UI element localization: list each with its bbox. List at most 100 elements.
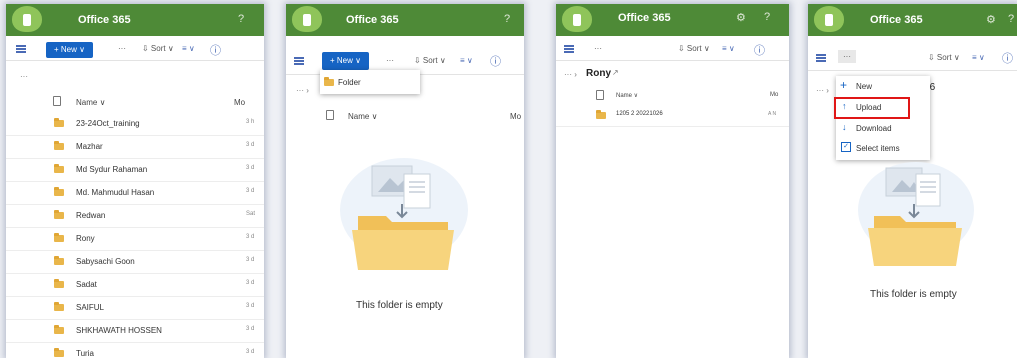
gear-icon[interactable]: ⚙ bbox=[736, 11, 746, 24]
folder-icon bbox=[54, 187, 64, 196]
more-options-icon[interactable]: ··· bbox=[594, 44, 602, 53]
list-item[interactable]: Sadat 3 d bbox=[6, 273, 264, 297]
column-header-modified[interactable]: Mo bbox=[770, 92, 778, 98]
item-modified: A N bbox=[768, 111, 777, 117]
column-header-modified[interactable]: Mo bbox=[510, 112, 521, 121]
item-modified: 3 h bbox=[246, 119, 255, 125]
column-header-name[interactable]: Name ∨ bbox=[76, 98, 105, 107]
list-item[interactable]: Turia 3 d bbox=[6, 342, 264, 358]
list-item[interactable]: Mazhar 3 d bbox=[6, 135, 264, 159]
item-modified: 3 d bbox=[246, 326, 255, 332]
sort-button[interactable]: ⇩ Sort ∨ bbox=[678, 44, 710, 53]
column-header-modified[interactable]: Mo bbox=[234, 98, 245, 107]
list-item[interactable]: Sabysachi Goon 3 d bbox=[6, 250, 264, 274]
breadcrumb-prefix[interactable]: ··· › bbox=[564, 70, 577, 79]
list-item[interactable]: Md Sydur Rahaman 3 d bbox=[6, 158, 264, 182]
item-modified: 3 d bbox=[246, 234, 255, 240]
menu-item-download[interactable]: Download bbox=[856, 124, 892, 133]
item-name[interactable]: Md. Mahmudul Hasan bbox=[76, 188, 154, 197]
panel-folder-list: Office 365 ? + New ∨ ··· ⇩ Sort ∨ ≡ ∨ ⓘ … bbox=[6, 4, 264, 358]
list-item[interactable]: Md. Mahmudul Hasan 3 d bbox=[6, 181, 264, 205]
folder-icon bbox=[54, 141, 64, 150]
menu-item-new[interactable]: New bbox=[856, 82, 872, 91]
nav-menu-icon[interactable] bbox=[16, 45, 26, 53]
folder-icon bbox=[54, 348, 64, 357]
view-options-button[interactable]: ≡ ∨ bbox=[460, 56, 473, 65]
new-menu-dropdown: Folder bbox=[320, 70, 420, 94]
folder-icon bbox=[324, 77, 334, 86]
list-item[interactable]: 1205 2 20221026 A N bbox=[556, 104, 789, 127]
folder-icon bbox=[54, 118, 64, 127]
share-icon[interactable]: ↗ bbox=[612, 68, 619, 77]
more-options-icon[interactable]: ··· bbox=[118, 44, 126, 53]
app-header: Office 365 ⚙ ? bbox=[556, 4, 789, 36]
breadcrumb[interactable]: ··· bbox=[20, 72, 28, 81]
breadcrumb[interactable]: ··· › bbox=[296, 86, 309, 95]
new-button[interactable]: + New ∨ bbox=[322, 52, 369, 70]
folder-icon bbox=[54, 233, 64, 242]
item-name[interactable]: Rony bbox=[76, 234, 95, 243]
view-options-button[interactable]: ≡ ∨ bbox=[972, 53, 985, 62]
info-icon[interactable]: ⓘ bbox=[210, 42, 221, 58]
app-header: Office 365 ? bbox=[286, 4, 524, 36]
plus-icon: + bbox=[840, 78, 848, 92]
item-modified: 3 d bbox=[246, 165, 255, 171]
org-logo-icon bbox=[292, 6, 322, 32]
column-header-name[interactable]: Name ∨ bbox=[348, 112, 377, 121]
item-name[interactable]: Sabysachi Goon bbox=[76, 257, 135, 266]
command-bar: ··· ⇩ Sort ∨ ≡ ∨ ⓘ bbox=[556, 38, 789, 61]
sort-button[interactable]: ⇩ Sort ∨ bbox=[928, 53, 960, 62]
view-options-button[interactable]: ≡ ∨ bbox=[182, 44, 195, 53]
nav-menu-icon[interactable] bbox=[816, 54, 826, 62]
folder-icon bbox=[54, 302, 64, 311]
item-name[interactable]: SHKHAWATH HOSSEN bbox=[76, 326, 162, 335]
sort-button[interactable]: ⇩ Sort ∨ bbox=[414, 56, 446, 65]
list-item[interactable]: Redwan Sat bbox=[6, 204, 264, 228]
nav-menu-icon[interactable] bbox=[294, 57, 304, 65]
download-icon: ↓ bbox=[842, 122, 847, 132]
nav-menu-icon[interactable] bbox=[564, 45, 574, 53]
list-item[interactable]: SAIFUL 3 d bbox=[6, 296, 264, 320]
view-options-button[interactable]: ≡ ∨ bbox=[722, 44, 735, 53]
item-modified: 3 d bbox=[246, 142, 255, 148]
help-icon[interactable]: ? bbox=[1008, 13, 1014, 25]
item-name[interactable]: Mazhar bbox=[76, 142, 103, 151]
item-modified: 3 d bbox=[246, 188, 255, 194]
list-item[interactable]: 23-24Oct_training 3 h bbox=[6, 112, 264, 136]
help-icon[interactable]: ? bbox=[238, 13, 244, 25]
app-header: Office 365 ⚙ ? bbox=[808, 4, 1017, 36]
help-icon[interactable]: ? bbox=[504, 13, 510, 25]
org-logo-icon bbox=[562, 6, 592, 32]
breadcrumb-current: Rony bbox=[586, 68, 611, 79]
info-icon[interactable]: ⓘ bbox=[754, 42, 765, 58]
more-options-button[interactable]: ··· bbox=[838, 50, 856, 63]
info-icon[interactable]: ⓘ bbox=[1002, 50, 1013, 66]
gear-icon[interactable]: ⚙ bbox=[986, 13, 996, 26]
sort-button[interactable]: ⇩ Sort ∨ bbox=[142, 44, 174, 53]
more-options-icon[interactable]: ··· bbox=[386, 56, 394, 65]
new-button[interactable]: + New ∨ bbox=[46, 42, 93, 58]
list-item[interactable]: Rony 3 d bbox=[6, 227, 264, 251]
empty-state-text: This folder is empty bbox=[870, 289, 957, 300]
help-icon[interactable]: ? bbox=[764, 11, 770, 23]
item-modified: 3 d bbox=[246, 349, 255, 355]
checkbox-icon: ✓ bbox=[841, 142, 851, 152]
item-name[interactable]: Turia bbox=[76, 349, 94, 358]
breadcrumb-prefix[interactable]: ··· › bbox=[816, 86, 829, 95]
item-modified: 3 d bbox=[246, 257, 255, 263]
item-name[interactable]: Redwan bbox=[76, 211, 105, 220]
app-title: Office 365 bbox=[346, 14, 399, 26]
list-item[interactable]: SHKHAWATH HOSSEN 3 d bbox=[6, 319, 264, 343]
item-name[interactable]: 23-24Oct_training bbox=[76, 119, 140, 128]
menu-item-folder[interactable]: Folder bbox=[338, 78, 361, 87]
menu-item-select-items[interactable]: Select items bbox=[856, 144, 900, 153]
item-name[interactable]: 1205 2 20221026 bbox=[616, 111, 663, 117]
app-title: Office 365 bbox=[618, 12, 671, 24]
item-name[interactable]: Sadat bbox=[76, 280, 97, 289]
app-title: Office 365 bbox=[78, 14, 131, 26]
column-header-name[interactable]: Name ∨ bbox=[616, 92, 638, 99]
item-name[interactable]: SAIFUL bbox=[76, 303, 104, 312]
item-name[interactable]: Md Sydur Rahaman bbox=[76, 165, 147, 174]
info-icon[interactable]: ⓘ bbox=[490, 53, 501, 69]
item-modified: 3 d bbox=[246, 303, 255, 309]
